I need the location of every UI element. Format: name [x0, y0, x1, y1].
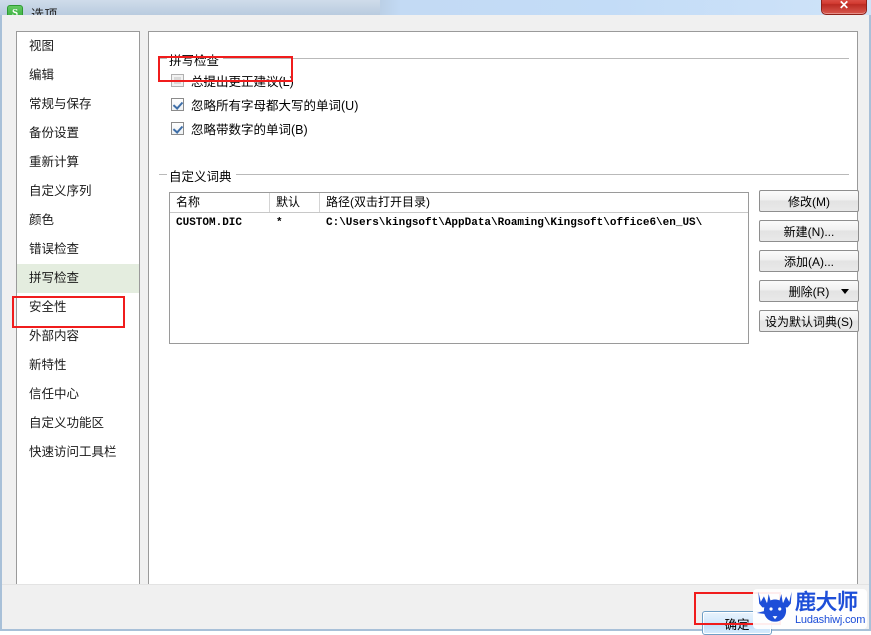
checkbox-0-unchecked-icon[interactable] [171, 74, 184, 87]
spell-option-row-2[interactable]: 忽略带数字的单词(B) [171, 119, 308, 138]
sidebar-item-3[interactable]: 备份设置 [17, 119, 139, 148]
set-default-dictionary-button[interactable]: 设为默认词典(S) [759, 310, 859, 332]
dict-column-header-1[interactable]: 默认 [270, 193, 320, 212]
checkbox-2-checked-icon[interactable] [171, 122, 184, 135]
sidebar-item-1[interactable]: 编辑 [17, 61, 139, 90]
sidebar-item-5[interactable]: 自定义序列 [17, 177, 139, 206]
ok-button[interactable]: 确定 [702, 611, 772, 635]
dict-cell-0-1: * [276, 217, 283, 229]
dict-cell-0-2: C:\Users\kingsoft\AppData\Roaming\Kingso… [326, 217, 703, 229]
group-divider-line [159, 58, 849, 59]
sidebar-item-10[interactable]: 外部内容 [17, 322, 139, 351]
modify-dictionary-button-label: 修改(M) [788, 194, 830, 209]
dict-column-header-2[interactable]: 路径(双击打开目录) [320, 193, 748, 212]
spell-option-row-0[interactable]: 总提出更正建议(L) [171, 71, 294, 90]
sidebar-item-4[interactable]: 重新计算 [17, 148, 139, 177]
dict-cell-0-0: CUSTOM.DIC [176, 217, 243, 229]
sidebar-item-7[interactable]: 错误检查 [17, 235, 139, 264]
dict-column-header-0[interactable]: 名称 [170, 193, 270, 212]
set-default-dictionary-button-label: 设为默认词典(S) [765, 314, 853, 329]
sidebar-item-12[interactable]: 信任中心 [17, 380, 139, 409]
table-row[interactable]: CUSTOM.DIC * C:\Users\kingsoft\AppData\Roa… [170, 213, 748, 233]
dialog-content: 视图 编辑 常规与保存 备份设置 重新计算 自定义序列 颜色 错误检查 拼写检查 安全性 外部内容新… [2, 15, 869, 635]
sidebar-item-9[interactable]: 安全性 [17, 293, 139, 322]
add-dictionary-button[interactable]: 添加(A)... [759, 250, 859, 272]
settings-panel: 拼写检查 总提出更正建议(L) 忽略所有字母都大写的单词(U) 忽略带数字的单词(B… [148, 31, 859, 599]
new-dictionary-button-label: 新建(N)... [783, 224, 835, 239]
checkbox-1-checked-icon[interactable] [171, 98, 184, 111]
sidebar-item-13[interactable]: 自定义功能区 [17, 409, 139, 438]
custom-dictionary-group-legend: 自定义词典 [167, 166, 236, 185]
sidebar-item-11[interactable]: 新特性 [17, 351, 139, 380]
spell-option-label-1: 忽略所有字母都大写的单词(U) [191, 99, 359, 113]
dictionary-list[interactable]: 名称 默认 路径(双击打开目录) CUSTOM.DIC * C:\Users\kings… [169, 192, 749, 344]
sidebar-item-6[interactable]: 颜色 [17, 206, 139, 235]
sidebar-item-2[interactable]: 常规与保存 [17, 90, 139, 119]
sidebar-item-14[interactable]: 快速访问工具栏 [17, 438, 139, 467]
spell-option-label-0: 总提出更正建议(L) [191, 75, 294, 89]
custom-dictionary-group: 自定义词典 名称 默认 路径(双击打开目录) CUSTOM.DIC * C:\Users… [159, 166, 859, 364]
spell-check-group: 拼写检查 总提出更正建议(L) 忽略所有字母都大写的单词(U) 忽略带数字的单词(B… [159, 50, 849, 150]
dictionary-list-body[interactable]: CUSTOM.DIC * C:\Users\kingsoft\AppData\Roa… [170, 213, 748, 233]
dictionary-list-header: 名称 默认 路径(双击打开目录) [170, 193, 748, 213]
delete-dictionary-button-label: 删除(R) [788, 284, 830, 299]
spell-check-group-legend: 拼写检查 [167, 50, 224, 69]
category-sidebar[interactable]: 视图 编辑 常规与保存 备份设置 重新计算 自定义序列 颜色 错误检查 拼写检查 安全性 外部内容新… [16, 31, 140, 599]
sidebar-item-0[interactable]: 视图 [17, 32, 139, 61]
chevron-down-icon[interactable] [841, 288, 849, 294]
group-divider-line [159, 174, 849, 175]
add-dictionary-button-label: 添加(A)... [784, 254, 834, 269]
spell-option-label-2: 忽略带数字的单词(B) [191, 123, 308, 137]
delete-dictionary-button[interactable]: 删除(R) [759, 280, 859, 302]
modify-dictionary-button[interactable]: 修改(M) [759, 190, 859, 212]
options-dialog: 视图 编辑 常规与保存 备份设置 重新计算 自定义序列 颜色 错误检查 拼写检查 安全性 外部内容新… [0, 15, 871, 635]
spell-option-row-1[interactable]: 忽略所有字母都大写的单词(U) [171, 95, 358, 114]
close-icon[interactable]: ✕ [821, 0, 867, 15]
new-dictionary-button[interactable]: 新建(N)... [759, 220, 859, 242]
sidebar-item-8[interactable]: 拼写检查 [17, 264, 139, 293]
